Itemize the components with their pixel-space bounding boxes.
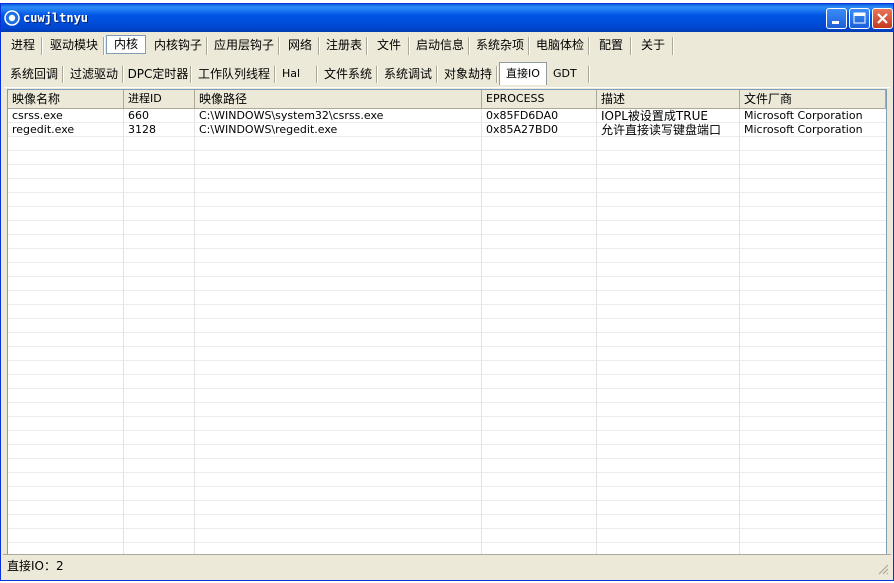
minimize-button[interactable]: [826, 8, 847, 29]
cell-image-path: C:\WINDOWS\regedit.exe: [199, 123, 338, 136]
subtab-hal[interactable]: Hal: [276, 64, 318, 85]
title-bar[interactable]: cuwjltnyu: [1, 4, 893, 32]
cell-pid: 660: [128, 109, 149, 122]
subtab-label: 系统回调: [9, 67, 58, 81]
cell-image-name: regedit.exe: [12, 123, 75, 136]
column-header-vendor[interactable]: 文件厂商: [740, 90, 886, 108]
tab-label: 注册表: [325, 38, 362, 52]
subtab-label: 文件系统: [323, 67, 372, 81]
main-tab-bar: 进程 驱动模块 内核 内核钩子 应用层钩子 网络 注册表 文件 启动信息 系统杂…: [3, 35, 891, 57]
minimize-icon: [832, 21, 839, 24]
column-header-eprocess[interactable]: EPROCESS: [482, 90, 597, 108]
window-title: cuwjltnyu: [23, 11, 89, 25]
subtab-system-debug[interactable]: 系统调试: [378, 64, 438, 85]
app-icon: [4, 10, 20, 26]
subtab-label: 过滤驱动: [69, 67, 118, 81]
subtab-filter-drivers[interactable]: 过滤驱动: [64, 64, 124, 85]
tab-settings[interactable]: 配置: [590, 35, 632, 57]
subtab-label: 工作队列线程: [197, 67, 270, 81]
subtab-object-hijack[interactable]: 对象劫持: [438, 64, 498, 85]
sub-tab-bar: 系统回调 过滤驱动 DPC定时器 工作队列线程 Hal 文件系统 系统调试 对象…: [4, 62, 890, 88]
tab-kernel-hooks[interactable]: 内核钩子: [148, 35, 208, 57]
cell-vendor: Microsoft Corporation: [744, 123, 863, 136]
tab-label: 驱动模块: [49, 38, 98, 52]
tab-registry[interactable]: 注册表: [320, 35, 368, 57]
maximize-icon: [853, 12, 866, 24]
status-text: 直接IO：2: [7, 559, 64, 573]
cell-description: IOPL被设置成TRUE: [601, 109, 708, 123]
subtab-file-systems[interactable]: 文件系统: [318, 64, 378, 85]
tab-label: 文件: [376, 38, 401, 52]
close-icon: [877, 13, 888, 24]
tab-network[interactable]: 网络: [280, 35, 320, 57]
tab-label: 关于: [640, 38, 665, 52]
tab-label: 内核: [113, 37, 138, 51]
tab-label: 配置: [598, 38, 623, 52]
subtab-system-callbacks[interactable]: 系统回调: [4, 64, 64, 85]
tab-label: 启动信息: [415, 38, 464, 52]
subtab-dpc-timers[interactable]: DPC定时器: [124, 64, 192, 85]
tab-driver-modules[interactable]: 驱动模块: [43, 35, 105, 57]
tab-files[interactable]: 文件: [368, 35, 410, 57]
tab-startup[interactable]: 启动信息: [410, 35, 470, 57]
tab-user-hooks[interactable]: 应用层钩子: [208, 35, 280, 57]
subtab-label: Hal: [282, 67, 301, 80]
tab-label: 内核钩子: [153, 38, 202, 52]
cell-image-name: csrss.exe: [12, 109, 63, 122]
subtab-label: 系统调试: [383, 67, 432, 81]
column-header-image-name[interactable]: 映像名称: [8, 90, 124, 108]
tab-label: 进程: [10, 38, 35, 52]
subtab-work-queue-threads[interactable]: 工作队列线程: [192, 64, 276, 85]
subtab-direct-io[interactable]: 直接IO: [499, 62, 547, 85]
cell-vendor: Microsoft Corporation: [744, 109, 863, 122]
cell-pid: 3128: [128, 123, 156, 136]
tab-label: 系统杂项: [475, 38, 524, 52]
tab-misc[interactable]: 系统杂项: [470, 35, 530, 57]
list-body: csrss.exe 660 C:\WINDOWS\system32\csrss.…: [8, 109, 886, 554]
close-button[interactable]: [872, 8, 893, 29]
subtab-label: DPC定时器: [127, 67, 189, 81]
column-header-pid[interactable]: 进程ID: [124, 90, 195, 108]
cell-eprocess: 0x85A27BD0: [486, 123, 559, 136]
column-header-description[interactable]: 描述: [597, 90, 740, 108]
direct-io-list[interactable]: 映像名称 进程ID 映像路径 EPROCESS 描述 文件厂商 csrss.ex…: [7, 89, 887, 555]
column-header-image-path[interactable]: 映像路径: [195, 90, 482, 108]
list-header: 映像名称 进程ID 映像路径 EPROCESS 描述 文件厂商: [8, 90, 886, 109]
cell-image-path: C:\WINDOWS\system32\csrss.exe: [199, 109, 384, 122]
status-bar: 直接IO：2: [3, 554, 891, 577]
tab-processes[interactable]: 进程: [3, 35, 43, 57]
subtab-gdt[interactable]: GDT: [548, 64, 590, 85]
tab-checkup[interactable]: 电脑体检: [530, 35, 590, 57]
resize-grip-icon[interactable]: [877, 563, 889, 575]
subtab-label: 对象劫持: [443, 67, 492, 81]
subtab-label: GDT: [553, 67, 577, 80]
tab-kernel[interactable]: 内核: [106, 35, 146, 54]
subtab-label: 直接IO: [506, 67, 540, 80]
tab-label: 电脑体检: [535, 38, 584, 52]
main-window: cuwjltnyu 进程 驱动模块 内核 内核钩子 应用层钩子 网络 注册表 文…: [0, 3, 894, 581]
maximize-button[interactable]: [849, 8, 870, 29]
tab-label: 网络: [287, 38, 312, 52]
cell-description: 允许直接读写键盘端口: [601, 123, 722, 137]
table-row[interactable]: regedit.exe 3128 C:\WINDOWS\regedit.exe …: [8, 123, 886, 137]
table-row[interactable]: csrss.exe 660 C:\WINDOWS\system32\csrss.…: [8, 109, 886, 123]
cell-eprocess: 0x85FD6DA0: [486, 109, 559, 122]
tab-about[interactable]: 关于: [632, 35, 674, 57]
tab-label: 应用层钩子: [213, 38, 274, 52]
